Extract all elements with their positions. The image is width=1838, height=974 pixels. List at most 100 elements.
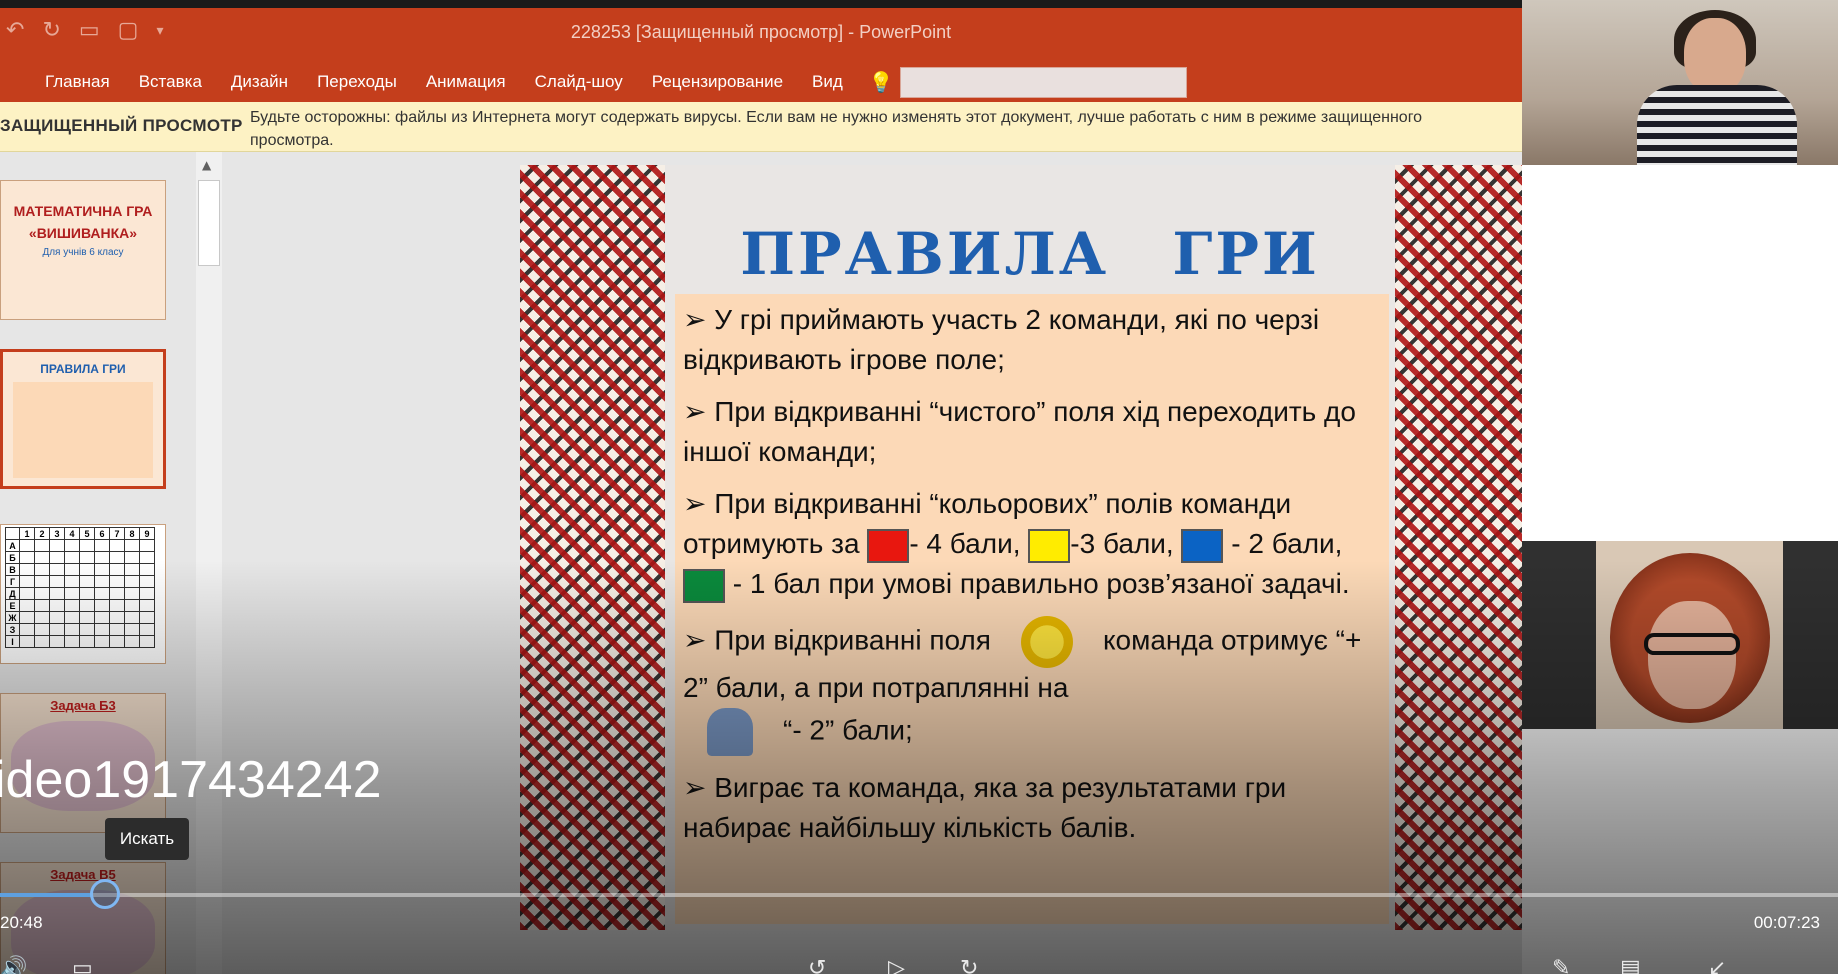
slide-title: ПРАВИЛА ГРИ [740, 220, 1320, 288]
thumb-grid-cell [64, 599, 80, 612]
tab-home[interactable]: Главная [45, 72, 110, 92]
thumb-grid-cell [79, 587, 95, 600]
thumb-grid-cell [94, 635, 110, 648]
remaining-time: 00:07:23 [1753, 913, 1820, 932]
thumb-grid-cell [34, 599, 50, 612]
thumb-grid-cell [109, 563, 125, 576]
thumb-grid-cell [94, 587, 110, 600]
thumb-grid-cell [124, 611, 140, 624]
thumb-grid-cell [109, 575, 125, 588]
thumb-grid-cell [109, 587, 125, 600]
thumb-grid-cell [124, 551, 140, 564]
thumb-grid-row: З [5, 623, 155, 636]
captions-icon[interactable]: ▤ [1620, 956, 1641, 974]
thumb-grid-cell [79, 551, 95, 564]
red-square [867, 528, 910, 563]
thumb-grid-cell [124, 635, 140, 648]
window-icon[interactable]: ▭ [72, 956, 93, 974]
collapse-icon[interactable]: ↙ [1708, 956, 1726, 974]
thumb-grid-cell [64, 611, 80, 624]
thumb-grid-cell [94, 611, 110, 624]
thumb-grid-col-label: 2 [34, 527, 50, 540]
thumb-grid-cell [139, 611, 155, 624]
thumb-grid-row-label: І [5, 635, 20, 648]
tab-animations[interactable]: Анимация [426, 72, 506, 92]
thumb-grid-col-label: 6 [94, 527, 110, 540]
participant-2-face [1648, 601, 1736, 709]
thumb-grid-cell [94, 623, 110, 636]
tab-view[interactable]: Вид [812, 72, 843, 92]
thumb-grid-cell [19, 635, 35, 648]
tab-insert[interactable]: Вставка [139, 72, 202, 92]
webcam-participant-1 [1522, 0, 1838, 165]
thumb-grid-cell [79, 599, 95, 612]
thumb-grid-cell [19, 575, 35, 588]
thumb-grid-col-label: 4 [64, 527, 80, 540]
tell-me-input[interactable] [899, 66, 1187, 98]
tab-transitions[interactable]: Переходы [317, 72, 397, 92]
play-icon[interactable]: ▷ [888, 956, 905, 974]
thumb-grid-cell [64, 635, 80, 648]
thumb-grid-cell [94, 539, 110, 552]
thumb-grid-cell [109, 623, 125, 636]
thumb-grid-cell [64, 539, 80, 552]
thumb-grid-cell [139, 623, 155, 636]
slide-thumbnail-1[interactable]: МАТЕМАТИЧНА ГРА «ВИШИВАНКА» Для учнів 6 … [0, 180, 166, 320]
thumb-grid-col-label: 7 [109, 527, 125, 540]
thumb-body [13, 382, 153, 478]
rule-3-yellow-points: -3 бали, [1070, 528, 1174, 559]
thumb-grid: 123456789АБВГДЕЖЗІ [5, 527, 155, 648]
thumb-grid-row: Б [5, 551, 155, 564]
thumb-grid-row: В [5, 563, 155, 576]
lightbulb-icon[interactable]: 💡 [869, 70, 894, 94]
video-title: ideo1917434242 [0, 751, 382, 809]
seek-bar[interactable] [0, 893, 1838, 897]
seek-tooltip: Искать [105, 818, 189, 860]
thumbnails-scrollbar[interactable]: ▲ [196, 152, 222, 974]
thumb-grid-row: Д [5, 587, 155, 600]
edit-icon[interactable]: ✎ [1552, 956, 1570, 974]
thumb-grid-cell [19, 563, 35, 576]
thumb-grid-cell [139, 635, 155, 648]
volume-icon[interactable]: 🔊 [0, 956, 27, 974]
thumb-grid-col-label: 5 [79, 527, 95, 540]
thumb-grid-cell [34, 623, 50, 636]
seek-bar-fill [0, 893, 92, 897]
thumb-grid-row-label: А [5, 539, 20, 552]
thumb-grid-cell [34, 563, 50, 576]
thumb-grid-row-label: Г [5, 575, 20, 588]
rule-4: ➢ При відкриванні поля команда отримує “+… [683, 616, 1381, 756]
thumb-grid-cell [94, 551, 110, 564]
thumb-grid-cell [19, 599, 35, 612]
tab-review[interactable]: Рецензирование [652, 72, 783, 92]
thumb-grid-row: І [5, 635, 155, 648]
slide-thumbnail-2[interactable]: ПРАВИЛА ГРИ [0, 349, 166, 489]
thumb-grid-corner [5, 527, 20, 540]
participant-1-head [1684, 18, 1746, 94]
thumb-grid-cell [34, 551, 50, 564]
thumb-grid-cell [109, 551, 125, 564]
thumb-grid-cell [19, 623, 35, 636]
rewind-icon[interactable]: ↺ [808, 956, 826, 974]
thumb-grid-cell [49, 539, 65, 552]
rules-box: ➢ У грі приймають участь 2 команди, які … [675, 294, 1389, 924]
yellow-square [1028, 528, 1071, 563]
seek-handle[interactable] [90, 879, 120, 909]
thumb-grid-cell [19, 611, 35, 624]
slide-thumbnail-3[interactable]: 123456789АБВГДЕЖЗІ [0, 524, 166, 664]
current-slide[interactable]: ПРАВИЛА ГРИ ➢ У грі приймають участь 2 к… [520, 165, 1540, 930]
thumb-grid-cell [79, 623, 95, 636]
forward-icon[interactable]: ↻ [960, 956, 978, 974]
thumb-subtitle: «ВИШИВАНКА» [28, 225, 138, 241]
scrollbar-thumb[interactable] [198, 180, 220, 266]
thumb-grid-row: А [5, 539, 155, 552]
thumb-grid-cell [34, 539, 50, 552]
tab-slideshow[interactable]: Слайд-шоу [535, 72, 623, 92]
scroll-up-icon[interactable]: ▲ [202, 158, 211, 172]
screen: ↶ ↻ ▭ ▢ ▾ 228253 [Защищенный просмотр] -… [0, 0, 1838, 974]
protected-view-label: ЗАЩИЩЕННЫЙ ПРОСМОТР [0, 116, 243, 135]
thumb-title: МАТЕМАТИЧНА ГРА [13, 203, 153, 219]
thumb-grid-cell [124, 539, 140, 552]
tab-design[interactable]: Дизайн [231, 72, 288, 92]
rule-4-text: ➢ При відкриванні поля [683, 624, 991, 656]
